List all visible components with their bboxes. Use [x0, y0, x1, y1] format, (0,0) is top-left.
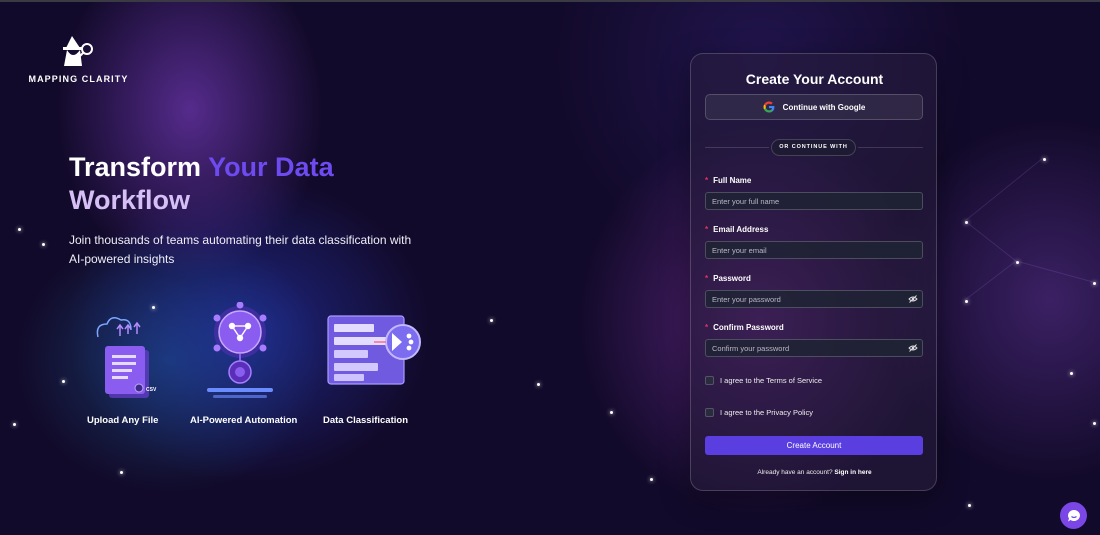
hero-title-part1: Transform: [69, 152, 209, 182]
signup-title: Create Your Account: [745, 71, 884, 87]
star-decoration: [965, 300, 968, 303]
star-decoration: [965, 221, 968, 224]
brand-logo[interactable]: MAPPING CLARITY: [26, 34, 131, 84]
create-account-button[interactable]: Create Account: [705, 436, 923, 455]
full-name-label: * Full Name: [705, 176, 752, 185]
star-decoration: [490, 319, 493, 322]
privacy-label: I agree to the Privacy Policy: [720, 408, 813, 417]
star-decoration: [13, 423, 16, 426]
hero-title: Transform Your Data Workflow: [69, 151, 489, 217]
star-decoration: [1016, 261, 1019, 264]
confirm-password-input[interactable]: [705, 339, 923, 357]
feature-ai-label: AI-Powered Automation: [190, 415, 298, 426]
window-top-border: [0, 0, 1100, 2]
wizard-magnifier-icon: [62, 36, 93, 66]
svg-text:CSV: CSV: [146, 387, 157, 393]
eye-slash-icon[interactable]: [908, 294, 918, 304]
star-decoration: [650, 478, 653, 481]
ai-network-icon: [207, 302, 273, 398]
star-decoration: [42, 243, 45, 246]
password-input[interactable]: [705, 290, 923, 308]
eye-slash-icon[interactable]: [908, 343, 918, 353]
star-decoration: [537, 383, 540, 386]
signup-card: Create Your Account Continue with Google…: [690, 53, 937, 491]
chat-widget-button[interactable]: [1060, 502, 1087, 529]
feature-classification: [305, 302, 435, 392]
password-label: * Password: [705, 274, 751, 283]
star-decoration: [1093, 422, 1096, 425]
signin-link[interactable]: Sign in here: [834, 469, 871, 476]
required-marker: *: [705, 225, 709, 234]
signin-prompt: Already have an account? Sign in here: [691, 469, 938, 476]
privacy-row: I agree to the Privacy Policy: [705, 408, 813, 417]
email-input[interactable]: [705, 241, 923, 259]
divider-text: or continue with: [771, 139, 856, 156]
hero-title-highlight: Your Data: [208, 152, 334, 182]
required-marker: *: [705, 323, 709, 332]
chat-bubble-icon: [1067, 509, 1080, 521]
full-name-input[interactable]: [705, 192, 923, 210]
email-label: * Email Address: [705, 225, 769, 234]
confirm-password-label: * Confirm Password: [705, 323, 784, 332]
feature-ai: [175, 302, 305, 402]
google-signin-label: Continue with Google: [782, 102, 866, 112]
star-decoration: [968, 504, 971, 507]
star-decoration: [18, 228, 21, 231]
hero-subtitle: Join thousands of teams automating their…: [69, 233, 412, 266]
required-marker: *: [705, 176, 709, 185]
required-marker: *: [705, 274, 709, 283]
google-icon: [763, 101, 775, 113]
terms-row: I agree to the Terms of Service: [705, 376, 822, 385]
privacy-checkbox[interactable]: [705, 408, 714, 417]
feature-classification-label: Data Classification: [323, 415, 408, 426]
hero-title-part3: Workflow: [69, 185, 190, 215]
terms-checkbox[interactable]: [705, 376, 714, 385]
file-upload-icon: CSV: [96, 317, 157, 398]
feature-upload-label: Upload Any File: [87, 415, 159, 426]
divider-line-right: [858, 147, 923, 148]
divider-line-left: [705, 147, 769, 148]
star-decoration: [1070, 372, 1073, 375]
star-decoration: [1093, 282, 1096, 285]
star-decoration: [1043, 158, 1046, 161]
brand-name: MAPPING CLARITY: [28, 74, 129, 84]
signin-prompt-text: Already have an account?: [757, 469, 833, 476]
terms-label: I agree to the Terms of Service: [720, 376, 822, 385]
star-decoration: [610, 411, 613, 414]
data-classification-icon: [327, 315, 421, 385]
feature-upload: CSV: [55, 302, 185, 407]
google-signin-button[interactable]: Continue with Google: [705, 94, 923, 120]
star-decoration: [120, 471, 123, 474]
